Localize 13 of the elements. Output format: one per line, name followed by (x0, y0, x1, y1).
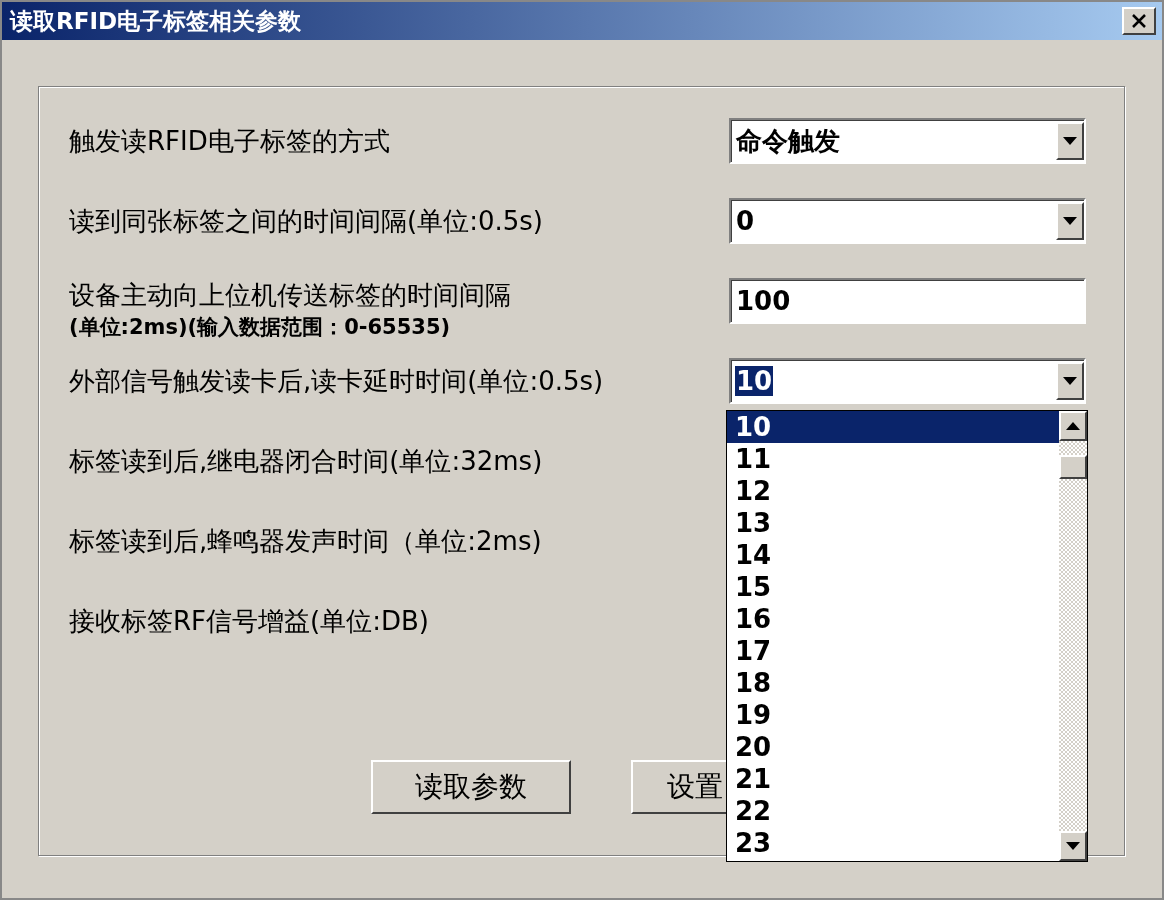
field-label: 读到同张标签之间的时间间隔(单位:0.5s) (69, 204, 544, 238)
field-label: 设备主动向上位机传送标签的时间间隔 (69, 279, 512, 312)
field-label: 标签读到后,蜂鸣器发声时间（单位:2ms) (69, 524, 543, 558)
field-label: 触发读RFID电子标签的方式 (69, 124, 391, 158)
field-label: 外部信号触发读卡后,读卡延时时间(单位:0.5s) (69, 364, 605, 398)
field-label: 接收标签RF信号增益(单位:DB) (69, 604, 430, 638)
field-note: (单位:2ms)(输入数据范围：0-65535) (69, 314, 452, 341)
window-title: 读取RFID电子标签相关参数 (10, 6, 302, 36)
field-label: 标签读到后,继电器闭合时间(单位:32ms) (69, 444, 544, 478)
field-value: 100 (735, 286, 792, 316)
field-value: 0 (735, 206, 756, 236)
field-value: 命令触发 (735, 124, 841, 158)
field-value: 10 (735, 366, 774, 396)
